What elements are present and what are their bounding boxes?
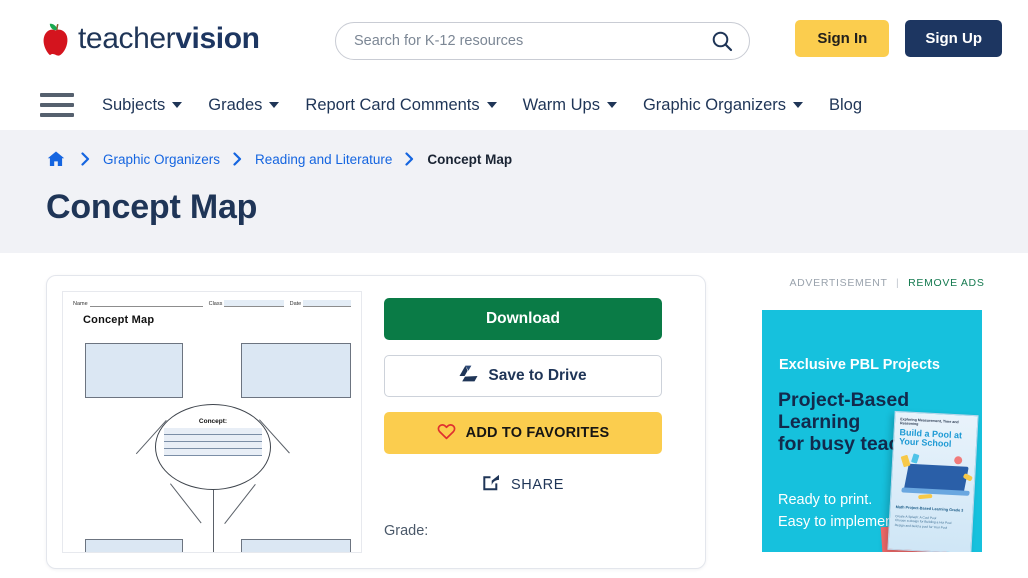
chevron-down-icon xyxy=(486,102,497,108)
worksheet-box-bottom-right xyxy=(241,539,351,552)
chevron-down-icon xyxy=(269,102,280,108)
chevron-down-icon xyxy=(606,102,617,108)
chevron-down-icon xyxy=(793,102,804,108)
ad-kicker: Exclusive PBL Projects xyxy=(779,357,940,373)
nav-item-report-card-comments[interactable]: Report Card Comments xyxy=(305,95,497,115)
nav-label: Blog xyxy=(829,95,863,114)
chevron-right-icon xyxy=(405,152,414,166)
breadcrumb: Graphic Organizers Reading and Literatur… xyxy=(46,150,1028,168)
ad-card-footer-detail: Create A Splash: A Cool Pool Choose a de… xyxy=(894,513,952,531)
breadcrumb-band: Graphic Organizers Reading and Literatur… xyxy=(0,130,1028,253)
grade-label: Grade: xyxy=(384,523,429,539)
ad-card-footer: Math Project-Based Learning Grade 3 xyxy=(895,504,964,513)
hamburger-bar xyxy=(40,93,74,97)
worksheet-header-fields: Name Class Date xyxy=(73,300,352,307)
share-label: SHARE xyxy=(511,476,564,493)
hamburger-bar xyxy=(40,103,74,107)
nav-item-graphic-organizers[interactable]: Graphic Organizers xyxy=(642,95,804,115)
nav-item-blog[interactable]: Blog xyxy=(829,96,862,115)
nav-label: Report Card Comments xyxy=(305,95,480,114)
google-drive-icon xyxy=(459,365,478,387)
search-input[interactable] xyxy=(354,33,711,49)
nav-label: Graphic Organizers xyxy=(642,95,787,114)
save-to-drive-label: Save to Drive xyxy=(488,367,587,384)
site-header: teachervision Sign In Sign Up xyxy=(0,0,1028,80)
share-icon xyxy=(482,474,501,495)
worksheet-center-ellipse: Concept: xyxy=(155,404,271,490)
nav-item-grades[interactable]: Grades xyxy=(208,95,280,115)
add-to-favorites-button[interactable]: ADD TO FAVORITES xyxy=(384,412,662,454)
logo-wordmark: teachervision xyxy=(78,21,260,57)
nav-item-subjects[interactable]: Subjects xyxy=(102,95,183,115)
worksheet-box-top-right xyxy=(241,343,351,398)
worksheet-concept-label: Concept: xyxy=(198,418,228,425)
ad-product-card: Exploring Measurement, Time and Reasonin… xyxy=(887,410,979,552)
connector-line xyxy=(213,490,214,552)
ad-card-illustration xyxy=(896,451,973,503)
download-button[interactable]: Download xyxy=(384,298,662,340)
add-to-favorites-label: ADD TO FAVORITES xyxy=(465,425,610,441)
save-to-drive-button[interactable]: Save to Drive xyxy=(384,355,662,397)
breadcrumb-item-graphic-organizers[interactable]: Graphic Organizers xyxy=(103,152,220,167)
search-bar[interactable] xyxy=(335,22,750,60)
worksheet-title: Concept Map xyxy=(83,314,155,326)
advertisement-column: ADVERTISEMENT | REMOVE ADS Exclusive PBL… xyxy=(762,275,1012,569)
resource-preview-card: Name Class Date Concept Map Concept: Dow… xyxy=(46,275,706,569)
hamburger-icon[interactable] xyxy=(40,93,74,117)
breadcrumb-item-reading-and-literature[interactable]: Reading and Literature xyxy=(255,152,392,167)
advertisement-label-row: ADVERTISEMENT | REMOVE ADS xyxy=(762,277,1012,289)
logo-text-light: teacher xyxy=(78,21,176,55)
search-icon[interactable] xyxy=(711,30,733,52)
main-content: Name Class Date Concept Map Concept: Dow… xyxy=(0,253,1028,569)
hamburger-bar xyxy=(40,113,74,117)
chevron-down-icon xyxy=(172,102,183,108)
nav-label: Warm Ups xyxy=(522,95,600,114)
ad-card-title: Build a Pool at Your School xyxy=(898,427,963,450)
advertisement-label-separator: | xyxy=(896,277,900,289)
heart-icon xyxy=(437,423,456,444)
worksheet-box-bottom-left xyxy=(85,539,183,552)
nav-label: Subjects xyxy=(102,95,166,114)
chevron-right-icon xyxy=(81,152,90,166)
worksheet-concept-lines xyxy=(164,428,262,456)
main-navigation: Subjects Grades Report Card Comments War… xyxy=(0,80,1028,130)
advertisement-banner[interactable]: Exclusive PBL Projects Project-Based Lea… xyxy=(762,310,982,552)
share-button[interactable]: SHARE xyxy=(384,474,662,495)
apple-icon xyxy=(40,23,71,57)
logo-text-bold: vision xyxy=(175,21,260,55)
sign-up-button[interactable]: Sign Up xyxy=(905,20,1002,57)
worksheet-name-label: Name xyxy=(73,301,88,307)
auth-buttons: Sign In Sign Up xyxy=(795,20,1002,57)
page-title: Concept Map xyxy=(46,188,258,226)
sign-in-button[interactable]: Sign In xyxy=(795,20,890,57)
worksheet-date-label: Date xyxy=(289,301,302,307)
site-logo[interactable]: teachervision xyxy=(40,23,260,57)
remove-ads-link[interactable]: REMOVE ADS xyxy=(908,277,984,289)
worksheet-class-label: Class xyxy=(208,301,223,307)
worksheet-thumbnail[interactable]: Name Class Date Concept Map Concept: xyxy=(62,291,362,553)
advertisement-label: ADVERTISEMENT xyxy=(789,277,888,289)
worksheet-box-top-left xyxy=(85,343,183,398)
breadcrumb-item-concept-map: Concept Map xyxy=(427,151,513,167)
resource-actions: Download Save to Drive ADD TO FAVORITES … xyxy=(384,291,662,553)
nav-label: Grades xyxy=(208,95,263,114)
nav-item-warm-ups[interactable]: Warm Ups xyxy=(523,96,617,115)
chevron-right-icon xyxy=(233,152,242,166)
home-icon[interactable] xyxy=(46,150,66,168)
